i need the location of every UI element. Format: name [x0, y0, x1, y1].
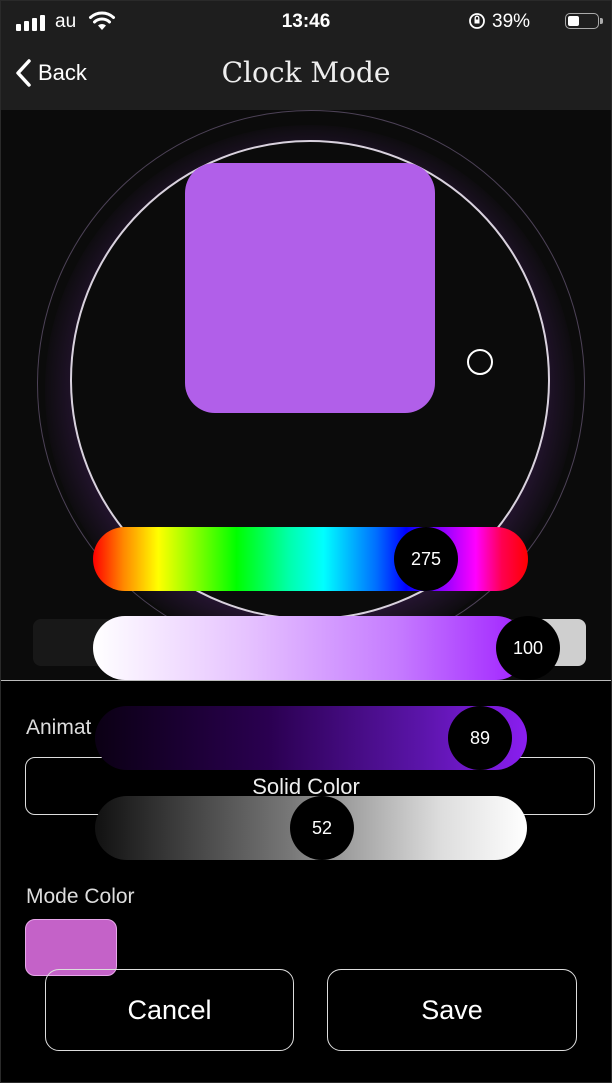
hue-slider[interactable] — [93, 527, 528, 591]
save-button[interactable]: Save — [327, 969, 577, 1051]
brightness-slider-knob[interactable]: 89 — [448, 706, 512, 770]
battery-percent: 39% — [492, 11, 531, 32]
saturation-value: 100 — [512, 637, 544, 658]
nav-bar: Back Clock Mode — [0, 46, 612, 110]
brightness-value: 89 — [469, 727, 491, 748]
mode-color-label: Mode Color — [26, 885, 135, 908]
battery-icon — [565, 13, 599, 29]
saturation-slider[interactable] — [93, 616, 528, 680]
white-value: 52 — [311, 817, 333, 838]
color-wheel-handle[interactable] — [467, 349, 493, 375]
divider — [0, 680, 612, 681]
selected-color-preview — [185, 163, 435, 413]
orientation-lock-icon — [469, 13, 485, 29]
saturation-slider-knob[interactable]: 100 — [496, 616, 560, 680]
hue-slider-knob[interactable]: 275 — [394, 527, 458, 591]
status-bar: au 13:46 39% — [0, 0, 612, 46]
hue-value: 275 — [410, 548, 442, 569]
page-title: Clock Mode — [221, 56, 391, 89]
cancel-button[interactable]: Cancel — [45, 969, 294, 1051]
battery-tip — [600, 18, 603, 24]
white-slider-knob[interactable]: 52 — [290, 796, 354, 860]
animation-label: Animat — [26, 716, 92, 739]
mode-color-swatch[interactable] — [25, 919, 117, 976]
